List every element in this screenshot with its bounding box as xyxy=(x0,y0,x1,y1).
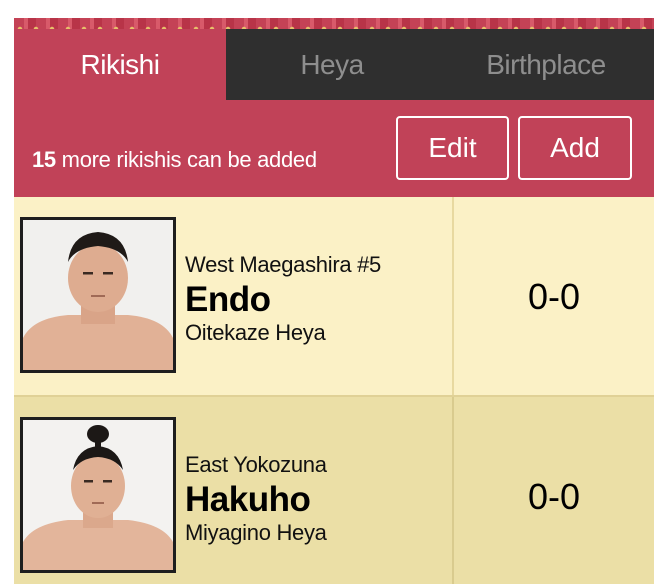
rikishi-heya: Miyagino Heya xyxy=(185,520,327,545)
tab-birthplace[interactable]: Birthplace xyxy=(438,29,654,100)
rikishi-name: Hakuho xyxy=(185,480,311,519)
wrestler-portrait-icon xyxy=(23,220,173,370)
rikishi-rank: East Yokozuna xyxy=(185,452,327,477)
rikishi-rank: West Maegashira #5 xyxy=(185,252,381,277)
tab-heya[interactable]: Heya xyxy=(226,29,438,100)
rikishi-row[interactable]: East Yokozuna Hakuho Miyagino Heya 0-0 xyxy=(14,397,654,584)
app-frame: Rikishi Heya Birthplace 15 more rikishis… xyxy=(14,18,654,584)
rikishi-photo-endo xyxy=(20,217,176,373)
tab-bar: Rikishi Heya Birthplace xyxy=(14,29,654,100)
rikishi-record: 0-0 xyxy=(527,476,581,517)
tab-rikishi[interactable]: Rikishi xyxy=(14,29,226,100)
edit-button[interactable]: Edit xyxy=(396,116,509,180)
remaining-text: more rikishis can be added xyxy=(55,147,317,172)
rikishi-record: 0-0 xyxy=(527,276,581,317)
wrestler-portrait-icon xyxy=(23,420,173,570)
rikishi-photo-hakuho xyxy=(20,417,176,573)
rikishi-name: Endo xyxy=(185,280,271,319)
rikishi-heya: Oitekaze Heya xyxy=(185,320,326,345)
toolbar: 15 more rikishis can be added Edit Add xyxy=(14,100,654,197)
rikishi-info: West Maegashira #5 Endo Oitekaze Heya xyxy=(185,254,381,344)
rikishi-info: East Yokozuna Hakuho Miyagino Heya xyxy=(185,454,327,544)
remaining-message: 15 more rikishis can be added xyxy=(32,149,317,171)
add-button[interactable]: Add xyxy=(518,116,632,180)
remaining-count: 15 xyxy=(32,147,56,172)
rikishi-row[interactable]: West Maegashira #5 Endo Oitekaze Heya 0-… xyxy=(14,197,654,397)
